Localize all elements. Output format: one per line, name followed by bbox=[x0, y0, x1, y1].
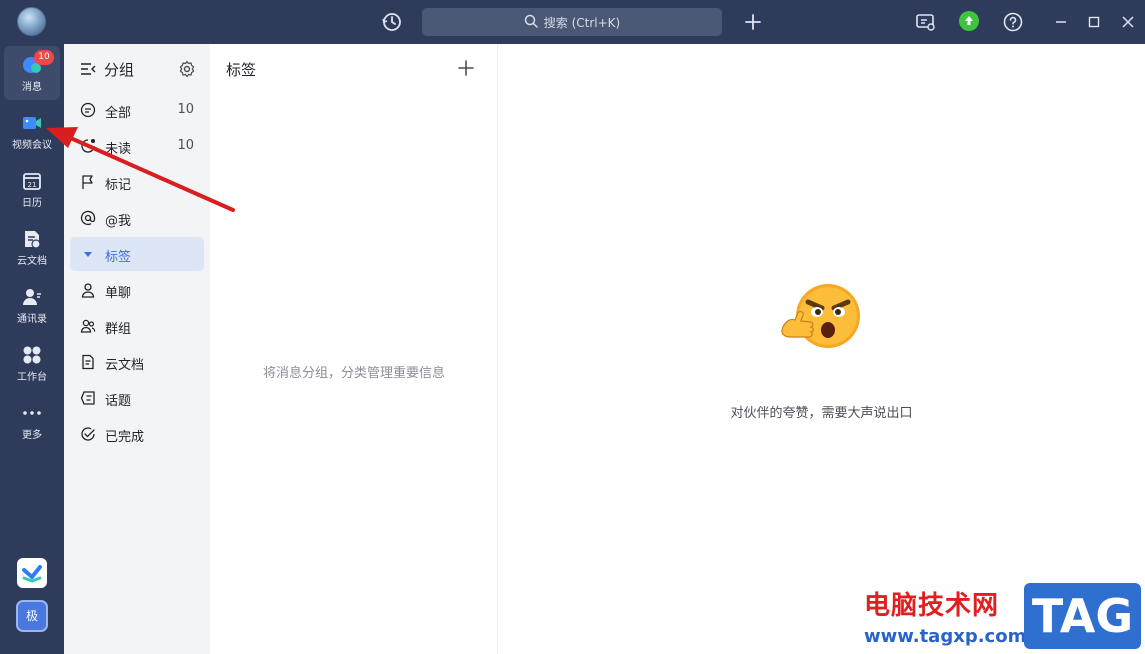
collapse-list-icon[interactable] bbox=[80, 61, 96, 77]
minimize-icon[interactable] bbox=[1049, 10, 1073, 34]
calendar-day: 21 bbox=[28, 181, 37, 189]
group-item-flagged[interactable]: 标记 bbox=[70, 165, 204, 199]
cloud-doc-icon bbox=[25, 231, 41, 249]
group-item-single-chat[interactable]: 单聊 bbox=[70, 273, 204, 307]
contacts-icon bbox=[23, 289, 41, 305]
left-rail: 消息 10 视频会议 21 日历 云文档 通讯录 工作台 更多 极 bbox=[0, 44, 64, 654]
app-launcher-icon[interactable] bbox=[17, 558, 47, 588]
watermark-url: www.tagxp.com bbox=[864, 626, 1027, 647]
group-item-label: 话题 bbox=[105, 394, 132, 409]
rail-item-contacts[interactable]: 通讯录 bbox=[4, 278, 60, 332]
group-item-all[interactable]: 全部 10 bbox=[70, 93, 204, 127]
group-item-label: 群组 bbox=[105, 322, 132, 337]
search-icon bbox=[524, 14, 538, 31]
workspace-avatar[interactable]: 极 bbox=[16, 600, 48, 632]
group-item-tags[interactable]: 标签 bbox=[70, 237, 204, 271]
chat-bubble-icon bbox=[80, 102, 96, 118]
group-icon bbox=[80, 319, 96, 333]
group-item-label: @我 bbox=[105, 214, 132, 229]
rail-item-cloud-doc[interactable]: 云文档 bbox=[4, 220, 60, 274]
group-item-label: 全部 bbox=[105, 106, 132, 121]
group-item-mentions[interactable]: @我 bbox=[70, 201, 204, 235]
workbench-icon bbox=[23, 346, 41, 364]
tags-empty-hint: 将消息分组，分类管理重要信息 bbox=[262, 366, 445, 381]
tags-title: 标签 bbox=[226, 61, 257, 79]
person-icon bbox=[81, 283, 95, 298]
history-icon[interactable] bbox=[380, 10, 404, 34]
group-item-cloud-doc[interactable]: 云文档 bbox=[70, 345, 204, 379]
gear-icon[interactable] bbox=[178, 60, 196, 78]
emoji-illustration-icon bbox=[781, 284, 860, 348]
group-item-unread[interactable]: 未读 10 bbox=[70, 129, 204, 163]
screen-notify-icon[interactable] bbox=[913, 10, 937, 34]
rail-label: 云文档 bbox=[17, 256, 47, 267]
calendar-icon: 21 bbox=[23, 173, 41, 190]
rail-label: 更多 bbox=[22, 430, 42, 441]
group-item-topics[interactable]: 话题 bbox=[70, 381, 204, 415]
check-circle-icon bbox=[81, 427, 95, 441]
video-meeting-icon bbox=[23, 117, 41, 129]
praise-text: 对伙伴的夸赞，需要大声说出口 bbox=[730, 406, 913, 421]
rail-label: 日历 bbox=[22, 198, 42, 209]
rail-item-workbench[interactable]: 工作台 bbox=[4, 336, 60, 390]
add-tag-button[interactable] bbox=[456, 58, 476, 78]
groups-panel: 分组 全部 10 未读 10 标记 @我 标签 单聊 群组 云文档 话题 已完成 bbox=[64, 44, 210, 654]
group-item-label: 单聊 bbox=[105, 286, 132, 301]
at-icon bbox=[80, 210, 96, 226]
unread-icon bbox=[81, 139, 95, 153]
group-item-label: 云文档 bbox=[105, 358, 145, 373]
rail-item-messages[interactable]: 消息 10 bbox=[4, 46, 60, 100]
doc-icon bbox=[82, 354, 94, 370]
watermark-text: 电脑技术网 bbox=[864, 591, 1000, 621]
user-avatar[interactable] bbox=[17, 7, 46, 36]
topic-icon bbox=[80, 391, 95, 405]
group-item-label: 未读 bbox=[105, 142, 132, 157]
groups-title: 分组 bbox=[104, 61, 135, 79]
plus-icon bbox=[458, 60, 474, 76]
rail-label: 视频会议 bbox=[12, 140, 52, 151]
rail-item-calendar[interactable]: 21 日历 bbox=[4, 162, 60, 216]
upgrade-icon[interactable] bbox=[959, 11, 979, 31]
caret-down-icon bbox=[84, 252, 92, 257]
tags-panel: 标签 将消息分组，分类管理重要信息 bbox=[210, 44, 498, 654]
group-item-count: 10 bbox=[177, 102, 194, 117]
group-item-groups[interactable]: 群组 bbox=[70, 309, 204, 343]
group-item-done[interactable]: 已完成 bbox=[70, 417, 204, 451]
group-item-count: 10 bbox=[177, 138, 194, 153]
rail-label: 消息 bbox=[22, 82, 42, 93]
group-item-label: 标签 bbox=[105, 250, 132, 265]
help-icon[interactable] bbox=[1001, 10, 1025, 34]
watermark-logo: TAG bbox=[1024, 583, 1141, 649]
plus-icon[interactable] bbox=[741, 10, 765, 34]
close-icon[interactable] bbox=[1116, 10, 1140, 34]
search-input[interactable]: 搜索 (Ctrl+K) bbox=[422, 8, 722, 36]
group-item-label: 已完成 bbox=[105, 430, 145, 445]
flag-icon bbox=[82, 175, 93, 189]
title-bar: 搜索 (Ctrl+K) bbox=[0, 0, 1145, 44]
rail-item-more[interactable]: 更多 bbox=[4, 394, 60, 448]
content-panel: 对伙伴的夸赞，需要大声说出口 bbox=[498, 44, 1145, 654]
rail-item-video-meeting[interactable]: 视频会议 bbox=[4, 104, 60, 158]
rail-label: 工作台 bbox=[17, 372, 47, 383]
more-icon bbox=[23, 411, 41, 415]
rail-label: 通讯录 bbox=[17, 314, 47, 325]
unread-badge: 10 bbox=[34, 50, 54, 65]
maximize-icon[interactable] bbox=[1082, 10, 1106, 34]
group-item-label: 标记 bbox=[105, 178, 132, 193]
search-label: 搜索 (Ctrl+K) bbox=[543, 15, 621, 30]
groups-header: 分组 bbox=[80, 58, 200, 80]
